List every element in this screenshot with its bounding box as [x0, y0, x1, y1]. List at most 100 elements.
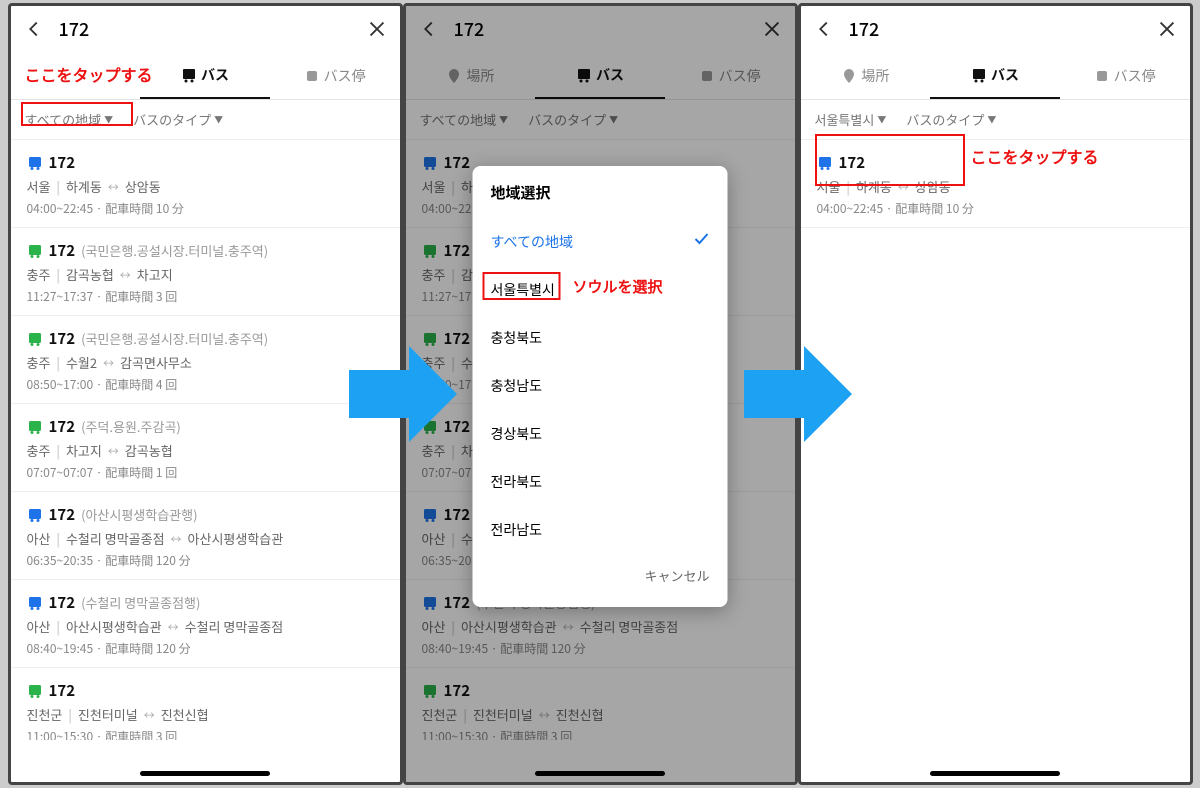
tab-bus[interactable]: バス	[930, 52, 1060, 99]
bus-number: 172	[49, 328, 76, 349]
tab-busstop-label: バス停	[324, 66, 366, 86]
filter-bustype[interactable]: バスのタイプ ▼	[133, 110, 223, 129]
bus-city: 아산	[27, 617, 51, 636]
bus-route-a: 수월2	[66, 353, 97, 372]
tab-place[interactable]: 場所	[801, 52, 931, 99]
region-option-label: 경상북도	[491, 424, 543, 444]
annotation-select-seoul: ソウルを選択	[573, 276, 663, 297]
tab-bus-label: バス	[201, 65, 229, 85]
tab-busstop[interactable]: バス停	[270, 52, 400, 99]
modal-title: 地域選択	[473, 166, 728, 217]
bus-route-b: 감곡면사무소	[120, 353, 192, 372]
bus-meta: 08:40~19:45 · 配車時間 120 分	[27, 640, 384, 657]
search-tabs: バス バス停	[11, 52, 400, 100]
bus-list[interactable]: 172 서울| 하계동 ↔ 상암동 04:00~22:45 · 配車時間 10 …	[801, 140, 1190, 740]
bus-icon	[27, 683, 43, 699]
bus-icon	[817, 155, 833, 171]
filter-bustype[interactable]: バスのタイプ▼	[906, 110, 996, 129]
bus-city: 진천군	[27, 705, 63, 724]
bus-item[interactable]: 172 서울| 하계동 ↔ 상암동 04:00~22:45 · 配車時間 10 …	[11, 140, 400, 228]
bus-route-b: 진천신협	[161, 705, 209, 724]
region-option[interactable]: すべての地域	[473, 217, 728, 266]
bus-city: 충주	[27, 265, 51, 284]
bus-icon	[27, 155, 43, 171]
bus-meta: 06:35~20:35 · 配車時間 120 分	[27, 552, 384, 569]
tab-bus[interactable]: バス	[140, 52, 270, 99]
busstop-icon	[1094, 68, 1110, 84]
dblarrow-icon: ↔	[171, 531, 182, 547]
tab-busstop-label: バス停	[1114, 66, 1156, 86]
dblarrow-icon: ↔	[144, 707, 155, 723]
filter-bustype-label: バスのタイプ	[133, 110, 211, 129]
back-icon[interactable]	[23, 18, 45, 40]
arrow-icon	[738, 334, 858, 454]
bus-city: 서울	[27, 177, 51, 196]
modal-cancel[interactable]: キャンセル	[473, 554, 728, 597]
bus-meta: 07:07~07:07 · 配車時間 1 回	[27, 464, 384, 481]
search-input[interactable]	[59, 16, 352, 42]
dblarrow-icon: ↔	[898, 179, 909, 195]
bus-city: 충주	[27, 441, 51, 460]
bus-number: 172	[49, 416, 76, 437]
bus-number: 172	[49, 504, 76, 525]
bus-number: 172	[49, 592, 76, 613]
region-option[interactable]: 경상북도	[473, 410, 728, 458]
bus-meta: 04:00~22:45 · 配車時間 10 分	[817, 200, 1174, 217]
bus-city: 아산	[27, 529, 51, 548]
bus-list[interactable]: 172 서울| 하계동 ↔ 상암동 04:00~22:45 · 配車時間 10 …	[11, 140, 400, 740]
chevron-down-icon: ▼	[987, 113, 996, 126]
bus-number: 172	[49, 240, 76, 261]
search-input[interactable]	[849, 16, 1142, 42]
bus-item[interactable]: 172 (수철리 명막골종점행) 아산| 아산시평생학습관 ↔ 수철리 명막골종…	[11, 580, 400, 668]
bus-icon	[27, 507, 43, 523]
dblarrow-icon: ↔	[120, 267, 131, 283]
bus-suffix: (아산시평생학습관행)	[81, 505, 197, 524]
bus-route-b: 상암동	[125, 177, 161, 196]
bus-number: 172	[49, 152, 76, 173]
region-option-label: 전라북도	[491, 472, 543, 492]
bus-meta: 11:27~17:37 · 配車時間 3 回	[27, 288, 384, 305]
bus-suffix: (수철리 명막골종점행)	[81, 593, 200, 612]
bus-route-a: 하계동	[66, 177, 102, 196]
region-option-label: 서울특별시	[491, 280, 555, 300]
region-option[interactable]: 충청남도	[473, 362, 728, 410]
bus-item[interactable]: 172 (아산시평생학습관행) 아산| 수철리 명막골종점 ↔ 아산시평생학습관…	[11, 492, 400, 580]
bus-suffix: (국민은행.공설시장.터미널.충주역)	[81, 329, 268, 348]
close-icon[interactable]	[366, 18, 388, 40]
tab-bus-label: バス	[991, 65, 1019, 85]
bus-item[interactable]: 172 (국민은행.공설시장.터미널.충주역) 충주| 감곡농협 ↔ 차고지 1…	[11, 228, 400, 316]
region-option-label: 전라남도	[491, 520, 543, 540]
bus-route-b: 감곡농협	[125, 441, 173, 460]
bus-item[interactable]: 172 (국민은행.공설시장.터미널.충주역) 충주| 수월2 ↔ 감곡면사무소…	[11, 316, 400, 404]
back-icon[interactable]	[813, 18, 835, 40]
bus-suffix: (주덕.용원.주감곡)	[81, 417, 181, 436]
bus-item[interactable]: 172 서울| 하계동 ↔ 상암동 04:00~22:45 · 配車時間 10 …	[801, 140, 1190, 228]
region-option-seoul[interactable]: 서울특별시 ソウルを選択	[473, 266, 728, 314]
bus-icon	[971, 67, 987, 83]
dblarrow-icon: ↔	[168, 619, 179, 635]
chevron-down-icon: ▼	[214, 113, 223, 126]
region-option-label: 충청남도	[491, 376, 543, 396]
bus-route-a: 감곡농협	[66, 265, 114, 284]
bus-suffix: (국민은행.공설시장.터미널.충주역)	[81, 241, 268, 260]
bus-item[interactable]: 172 진천군| 진천터미널 ↔ 진천신협 11:00~15:30 · 配車時間…	[11, 668, 400, 740]
region-option[interactable]: 전라북도	[473, 458, 728, 506]
filter-region[interactable]: すべての地域 ▼	[25, 110, 114, 129]
tab-place-label: 場所	[861, 66, 889, 86]
close-icon[interactable]	[1156, 18, 1178, 40]
bus-route-a: 수철리 명막골종점	[66, 529, 165, 548]
dblarrow-icon: ↔	[108, 443, 119, 459]
bus-route-a: 진천터미널	[78, 705, 138, 724]
region-option[interactable]: 전라남도	[473, 506, 728, 554]
bus-icon	[27, 243, 43, 259]
tab-busstop[interactable]: バス停	[1060, 52, 1190, 99]
chevron-down-icon: ▼	[877, 113, 886, 126]
region-option-label: すべての地域	[491, 232, 573, 252]
bus-meta: 08:50~17:00 · 配車時間 4 回	[27, 376, 384, 393]
chevron-down-icon: ▼	[104, 113, 113, 126]
bus-item[interactable]: 172 (주덕.용원.주감곡) 충주| 차고지 ↔ 감곡농협 07:07~07:…	[11, 404, 400, 492]
bus-city: 서울	[817, 177, 841, 196]
search-bar	[11, 6, 400, 52]
region-option[interactable]: 충청북도	[473, 314, 728, 362]
filter-region[interactable]: 서울특별시▼	[815, 110, 887, 129]
